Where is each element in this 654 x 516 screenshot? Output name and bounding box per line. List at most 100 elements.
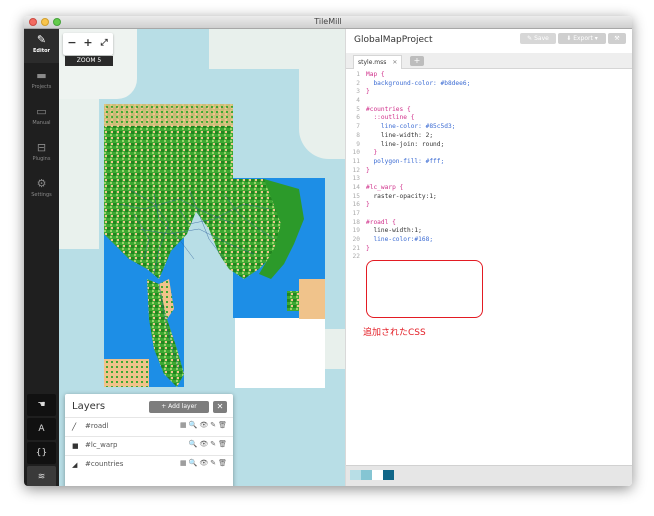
code-text: line-width: 2; [366, 131, 434, 139]
line-number: 6 [356, 114, 360, 122]
font-tool-icon: A [38, 424, 45, 434]
line-number: 7 [356, 123, 360, 131]
code-line: 7 line-color: #85c5d3; [346, 123, 632, 132]
line-number: 21 [352, 244, 360, 252]
plugin-icon: ⊟ [36, 141, 47, 154]
layer-name: #roadl [85, 422, 109, 430]
sidebar-item-label: Plugins [32, 156, 51, 162]
code-line: 4 [346, 97, 632, 106]
layers-title: Layers [72, 401, 106, 412]
sidebar-item-editor[interactable]: ✎ Editor [24, 29, 59, 63]
code-line: 14 #lc_warp { [346, 184, 632, 193]
font-tool-button[interactable]: A [27, 418, 56, 440]
code-line: 21} [346, 245, 632, 254]
code-line: 18 #roadl { [346, 219, 632, 228]
export-button[interactable]: ⬇ Export ▾ [558, 33, 606, 44]
hand-tool-icon: ☚ [37, 400, 46, 410]
sidebar-item-manual[interactable]: ▭ Manual [24, 101, 59, 135]
pencil-icon: ✎ [36, 33, 47, 46]
code-line: 13 [346, 175, 632, 184]
book-icon: ▭ [36, 105, 47, 118]
line-number: 12 [352, 166, 360, 174]
tilemill-window: TileMill ✎ Editor ▬ Projects ▭ Manual ⊟ … [24, 16, 632, 486]
gear-icon: ⚙ [36, 177, 47, 190]
code-text: #roadl { [366, 218, 396, 226]
wrench-icon[interactable]: ⚒ [608, 33, 626, 44]
line-number: 11 [352, 157, 360, 165]
line-number: 18 [352, 218, 360, 226]
layer-actions[interactable]: ▦🔍👁✎🗑 [180, 459, 229, 467]
layer-name: #countries [85, 460, 124, 468]
line-number: 16 [352, 201, 360, 209]
sidebar-item-label: Editor [33, 48, 50, 54]
close-icon[interactable]: ✕ [392, 59, 397, 66]
line-number: 20 [352, 236, 360, 244]
carto-tool-icon: {} [35, 448, 48, 458]
map-canvas[interactable]: − + ⤢ ZOOM 5 Layers + Add layer ✕ ╱ #roa… [59, 29, 345, 486]
code-line: 1 Map { [346, 71, 632, 80]
color-swatch[interactable] [383, 470, 394, 480]
code-line: 9 line-join: round; [346, 141, 632, 150]
code-text: raster-opacity:1; [366, 192, 437, 200]
code-text: line-width:1; [366, 227, 422, 235]
code-line: 17 [346, 210, 632, 219]
line-number: 15 [352, 192, 360, 200]
code-editor[interactable]: 1 Map {2 background-color: #b8dee6; 3} 4 5 #c… [346, 71, 632, 262]
line-number: 3 [356, 88, 360, 96]
close-layers-button[interactable]: ✕ [213, 401, 227, 413]
annotation-label: 追加されたCSS [363, 328, 426, 338]
save-button[interactable]: ✎ Save [520, 33, 556, 44]
color-swatch[interactable] [361, 470, 372, 480]
add-tab-button[interactable]: + [410, 56, 424, 66]
editor-footer [346, 465, 632, 486]
layers-tool-icon: ≋ [37, 472, 46, 482]
zoom-in-button[interactable]: + [81, 36, 95, 50]
carto-tool-button[interactable]: {} [27, 442, 56, 464]
code-text: line-color: #85c5d3; [366, 123, 456, 131]
fullscreen-button[interactable]: ⤢ [97, 36, 111, 50]
code-text: } [366, 201, 370, 209]
layers-tool-button[interactable]: ≋ [27, 466, 56, 486]
tab-style-mss[interactable]: style.mss ✕ [353, 55, 403, 69]
add-layer-button[interactable]: + Add layer [149, 401, 209, 413]
code-line: 15 raster-opacity:1; [346, 193, 632, 202]
sidebar-item-label: Settings [31, 192, 52, 198]
title-bar: TileMill [24, 16, 632, 29]
code-line: 5 #countries { [346, 106, 632, 115]
line-number: 10 [352, 149, 360, 157]
zoom-controls: − + ⤢ [63, 33, 113, 55]
annotation-highlight [366, 260, 483, 318]
code-text: } [366, 166, 370, 174]
code-line: 11 polygon-fill: #fff; [346, 158, 632, 167]
code-text: line-color:#168; [366, 236, 434, 244]
code-line: 8 line-width: 2; [346, 132, 632, 141]
code-text: Map { [366, 71, 385, 78]
line-number: 2 [356, 79, 360, 87]
layer-actions[interactable]: 🔍👁✎🗑 [189, 440, 229, 448]
layer-row[interactable]: ╱ #roadl ▦🔍👁✎🗑 [65, 417, 233, 436]
code-text: } [366, 149, 378, 157]
sidebar-item-settings[interactable]: ⚙ Settings [24, 173, 59, 207]
layer-row[interactable]: ■ #lc_warp 🔍👁✎🗑 [65, 436, 233, 455]
code-text: line-join: round; [366, 140, 445, 148]
sidebar-item-plugins[interactable]: ⊟ Plugins [24, 137, 59, 171]
color-swatch[interactable] [350, 470, 361, 480]
color-swatch[interactable] [372, 470, 383, 480]
line-number: 9 [356, 140, 360, 148]
line-number: 14 [352, 183, 360, 191]
code-text: polygon-fill: #fff; [366, 157, 445, 165]
sidebar-item-projects[interactable]: ▬ Projects [24, 65, 59, 99]
hand-tool-button[interactable]: ☚ [27, 394, 56, 416]
line-icon: ╱ [72, 423, 77, 431]
layer-actions[interactable]: ▦🔍👁✎🗑 [180, 421, 229, 429]
sidebar-item-label: Projects [31, 84, 52, 90]
layer-row[interactable]: ◢ #countries ▦🔍👁✎🗑 [65, 455, 233, 474]
layers-panel: Layers + Add layer ✕ ╱ #roadl ▦🔍👁✎🗑 ■ #l… [65, 394, 233, 486]
tabs-bar: style.mss ✕ + [346, 53, 632, 69]
line-number: 17 [352, 210, 360, 217]
polygon-icon: ◢ [72, 461, 78, 469]
code-text: #countries { [366, 105, 411, 113]
code-text: } [366, 244, 370, 252]
raster-icon: ■ [72, 442, 79, 450]
zoom-out-button[interactable]: − [65, 36, 79, 50]
